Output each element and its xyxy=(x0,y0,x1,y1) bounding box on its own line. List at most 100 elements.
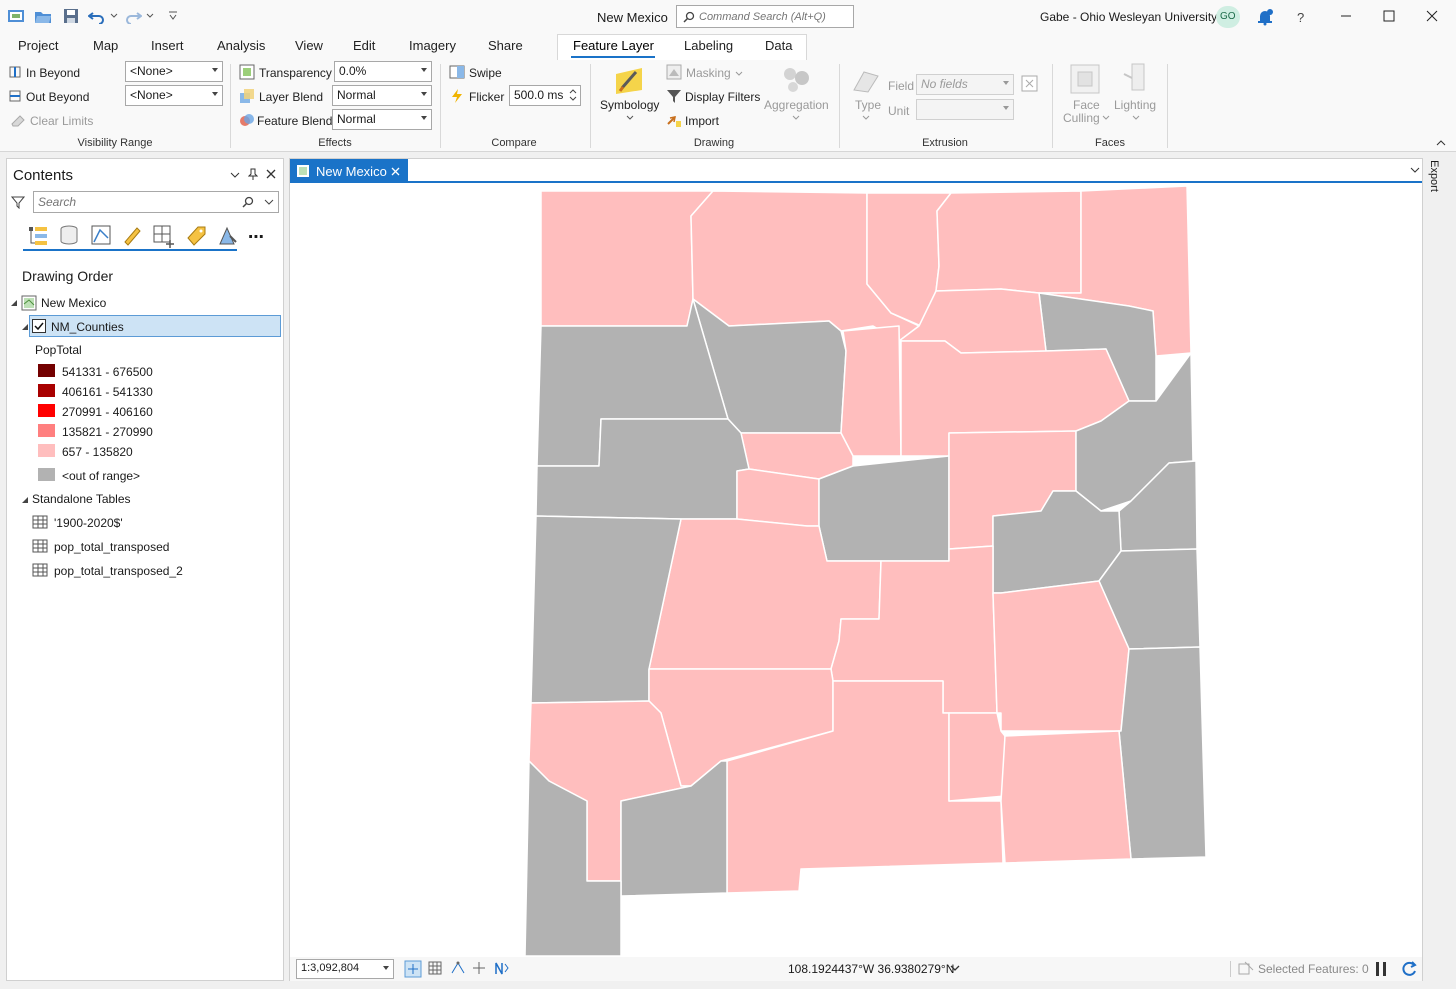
help-button[interactable]: ? xyxy=(1297,10,1304,25)
tab-analysis[interactable]: Analysis xyxy=(217,38,265,53)
tab-feature-layer[interactable]: Feature Layer xyxy=(573,38,654,53)
north-arrow-icon[interactable] xyxy=(493,960,509,976)
tab-imagery[interactable]: Imagery xyxy=(409,38,456,53)
swipe-button[interactable]: Swipe xyxy=(469,66,502,80)
export-pane-tab[interactable]: Export xyxy=(1428,158,1446,198)
legend-swatch-out-of-range[interactable] xyxy=(38,468,55,481)
clear-limits-button[interactable]: Clear Limits xyxy=(30,114,93,128)
field-select[interactable]: No fields xyxy=(916,74,1014,95)
grid-icon[interactable] xyxy=(428,961,442,975)
feature-blend-select[interactable]: Normal xyxy=(332,109,432,130)
unit-select[interactable] xyxy=(916,99,1014,120)
minimize-icon[interactable] xyxy=(1340,10,1352,22)
masking-button[interactable]: Masking xyxy=(686,66,731,80)
county-polygon[interactable] xyxy=(736,468,820,527)
new-project-icon[interactable] xyxy=(7,8,25,24)
table-item[interactable]: pop_total_transposed_2 xyxy=(54,564,183,578)
county-polygon[interactable] xyxy=(840,325,902,457)
legend-swatch[interactable] xyxy=(38,424,55,437)
tab-map[interactable]: Map xyxy=(93,38,118,53)
list-by-snapping-icon[interactable] xyxy=(152,224,176,248)
county-polygon[interactable] xyxy=(818,455,950,562)
undo-dropdown-icon[interactable] xyxy=(110,13,118,19)
table-item[interactable]: '1900-2020$' xyxy=(54,516,123,530)
layer-visibility-checkbox[interactable] xyxy=(32,319,46,333)
redo-icon[interactable] xyxy=(124,8,142,24)
standalone-tables-heading[interactable]: Standalone Tables xyxy=(32,492,131,506)
contents-search-input[interactable] xyxy=(38,194,228,210)
tab-insert[interactable]: Insert xyxy=(151,38,184,53)
import-button[interactable]: Import xyxy=(685,114,719,128)
more-options-icon[interactable]: ⋯ xyxy=(248,227,264,247)
expand-layer-icon[interactable] xyxy=(21,323,29,331)
table-item[interactable]: pop_total_transposed xyxy=(54,540,169,554)
list-by-drawing-order-icon[interactable] xyxy=(27,224,49,246)
culling-label[interactable]: Culling xyxy=(1063,111,1100,125)
filter-icon[interactable] xyxy=(11,195,25,209)
tab-view[interactable]: View xyxy=(295,38,323,53)
close-icon[interactable] xyxy=(1426,10,1438,22)
customize-toolbar-icon[interactable] xyxy=(168,11,178,21)
expression-icon[interactable] xyxy=(1021,75,1039,93)
masking-dropdown-icon[interactable] xyxy=(735,71,743,77)
selected-features-count[interactable]: Selected Features: 0 xyxy=(1258,962,1369,976)
symbology-button[interactable]: Symbology xyxy=(600,98,659,112)
aggregation-button[interactable]: Aggregation xyxy=(764,98,829,112)
map-canvas[interactable] xyxy=(290,183,1422,957)
notifications-bell-icon[interactable] xyxy=(1256,8,1274,26)
contents-search-box[interactable] xyxy=(33,191,279,213)
tab-edit[interactable]: Edit xyxy=(353,38,375,53)
lighting-button[interactable]: Lighting xyxy=(1114,98,1156,112)
snapping-icon[interactable] xyxy=(450,961,466,975)
close-tab-icon[interactable] xyxy=(391,167,400,176)
symbology-dropdown-icon[interactable] xyxy=(626,115,634,121)
tab-project[interactable]: Project xyxy=(18,38,58,53)
close-pane-icon[interactable] xyxy=(266,169,276,179)
tab-share[interactable]: Share xyxy=(488,38,523,53)
tab-list-chevron-icon[interactable] xyxy=(1410,167,1420,175)
county-polygon[interactable] xyxy=(1000,730,1132,864)
pane-options-chevron-icon[interactable] xyxy=(230,171,240,179)
tab-data[interactable]: Data xyxy=(765,38,792,53)
map-node-label[interactable]: New Mexico xyxy=(41,296,106,310)
list-by-editing-icon[interactable] xyxy=(121,224,143,246)
list-by-data-source-icon[interactable] xyxy=(58,224,80,246)
legend-swatch[interactable] xyxy=(38,444,55,457)
county-polygon[interactable] xyxy=(935,190,1082,294)
refresh-icon[interactable] xyxy=(1400,960,1418,978)
culling-dropdown-icon[interactable] xyxy=(1102,115,1110,121)
county-polygon[interactable] xyxy=(992,580,1130,732)
collapse-ribbon-icon[interactable] xyxy=(1436,139,1446,147)
in-beyond-select[interactable]: <None> xyxy=(125,61,223,82)
fixed-zoom-icon[interactable] xyxy=(404,960,422,978)
aggregation-dropdown-icon[interactable] xyxy=(792,115,800,121)
maximize-icon[interactable] xyxy=(1383,10,1395,22)
undo-icon[interactable] xyxy=(88,8,106,24)
legend-swatch[interactable] xyxy=(38,404,55,417)
legend-swatch[interactable] xyxy=(38,364,55,377)
map-view-tab[interactable]: New Mexico xyxy=(290,159,408,183)
layer-blend-select[interactable]: Normal xyxy=(332,85,432,106)
map-scale-select[interactable]: 1:3,092,804 xyxy=(296,959,394,979)
list-by-labeling-icon[interactable] xyxy=(185,224,207,246)
pin-icon[interactable] xyxy=(248,168,258,180)
county-polygon[interactable] xyxy=(948,712,1006,802)
transparency-select[interactable]: 0.0% xyxy=(334,61,432,82)
expand-map-icon[interactable] xyxy=(10,299,18,307)
lighting-dropdown-icon[interactable] xyxy=(1132,115,1140,121)
redo-dropdown-icon[interactable] xyxy=(146,13,154,19)
search-options-chevron-icon[interactable] xyxy=(264,199,274,207)
list-by-selection-icon[interactable] xyxy=(90,224,112,246)
command-search-input[interactable] xyxy=(699,8,849,25)
coordinate-format-chevron-icon[interactable] xyxy=(950,965,960,973)
save-project-icon[interactable] xyxy=(62,8,80,24)
crosshair-icon[interactable] xyxy=(472,961,486,975)
layer-label[interactable]: NM_Counties xyxy=(51,320,124,334)
tab-labeling[interactable]: Labeling xyxy=(684,38,733,53)
out-beyond-select[interactable]: <None> xyxy=(125,85,223,106)
search-icon[interactable] xyxy=(242,196,254,208)
display-filters-button[interactable]: Display Filters xyxy=(685,90,760,104)
flicker-interval-input[interactable]: 500.0 ms xyxy=(509,85,581,106)
pause-drawing-icon[interactable] xyxy=(1376,962,1379,976)
type-dropdown-icon[interactable] xyxy=(862,115,870,121)
